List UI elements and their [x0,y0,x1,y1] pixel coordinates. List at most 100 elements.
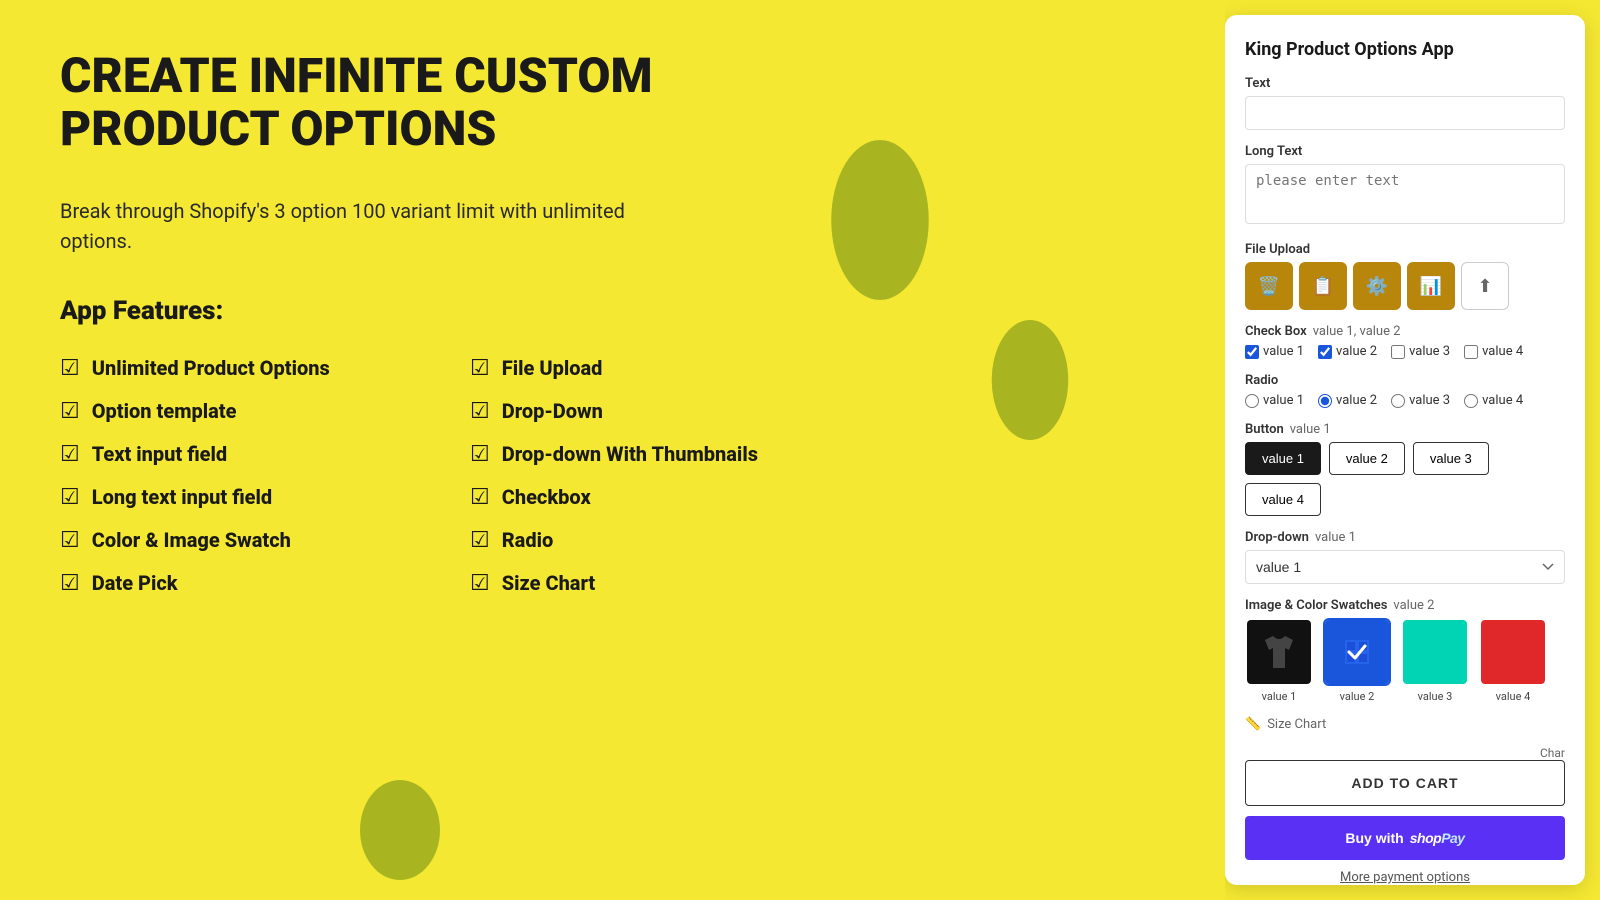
feature-item: ☑ Color & Image Swatch [60,528,430,553]
ruler-icon: 📏 [1245,717,1261,732]
radio-group: value 1 value 2 value 3 value 4 [1245,393,1565,408]
features-heading: App Features: [60,296,1175,326]
char-count: Char [1245,746,1565,760]
swatch-1[interactable]: value 1 [1245,618,1313,703]
checkbox-input-4[interactable] [1464,345,1478,359]
decorative-blob-3 [360,780,440,880]
checkmark-icon: ☑ [60,485,80,510]
feature-text: Radio [502,528,554,552]
radio-item-4[interactable]: value 4 [1464,393,1523,408]
long-text-input[interactable] [1245,164,1565,224]
swatch-img-4 [1479,618,1547,686]
file-upload-section: File Upload 🗑️ 📋 ⚙️ 📊 ⬆ [1245,242,1565,310]
radio-input-1[interactable] [1245,394,1259,408]
radio-label: Radio [1245,373,1565,388]
radio-input-3[interactable] [1391,394,1405,408]
more-payment-link[interactable]: More payment options [1245,870,1565,885]
subtitle-text: Break through Shopify's 3 option 100 var… [60,196,660,256]
feature-text: Size Chart [502,571,596,595]
radio-item-2[interactable]: value 2 [1318,393,1377,408]
swatch-label-1: value 1 [1262,690,1297,703]
feature-text: Option template [92,399,237,423]
radio-item-1[interactable]: value 1 [1245,393,1304,408]
feature-item: ☑ File Upload [470,356,840,381]
left-panel: CREATE INFINITE CUSTOM PRODUCT OPTIONS B… [0,0,1225,900]
checkbox-input-1[interactable] [1245,345,1259,359]
feature-text: Drop-Down [502,399,603,423]
add-to-cart-button[interactable]: ADD TO CART [1245,760,1565,806]
checkbox-section: Check Box value 1, value 2 value 1 value… [1245,324,1565,359]
checkmark-icon: ☑ [60,356,80,381]
text-section: Text [1245,76,1565,130]
checkbox-item-3[interactable]: value 3 [1391,344,1450,359]
checkmark-icon: ☑ [470,528,490,553]
feature-item: ☑ Drop-Down [470,399,840,424]
button-label: Button value 1 [1245,422,1565,437]
checkbox-input-2[interactable] [1318,345,1332,359]
feature-item: ☑ Radio [470,528,840,553]
swatches-section: Image & Color Swatches value 2 value 1 [1245,598,1565,703]
btn-option-1[interactable]: value 1 [1245,442,1321,475]
size-chart-link[interactable]: 📏 Size Chart [1245,717,1565,732]
feature-item: ☑ Checkbox [470,485,840,510]
feature-text: Checkbox [502,485,591,509]
features-grid: ☑ Unlimited Product Options ☑ File Uploa… [60,356,840,596]
checkbox-item-4[interactable]: value 4 [1464,344,1523,359]
text-label: Text [1245,76,1565,91]
button-group: value 1 value 2 value 3 value 4 [1245,442,1565,516]
checkmark-icon: ☑ [60,442,80,467]
checkbox-item-2[interactable]: value 2 [1318,344,1377,359]
dropdown-label: Drop-down value 1 [1245,530,1565,545]
dropdown-select[interactable]: value 1 value 2 value 3 [1245,550,1565,584]
decorative-blob-2 [992,320,1069,440]
buy-now-text: Buy with [1345,830,1403,846]
swatch-label-4: value 4 [1496,690,1531,703]
feature-text: Text input field [92,442,227,466]
checkbox-item-1[interactable]: value 1 [1245,344,1304,359]
checkbox-input-3[interactable] [1391,345,1405,359]
btn-option-3[interactable]: value 3 [1413,442,1489,475]
shoppay-icon: shopPay [1410,830,1465,846]
checkmark-icon: ☑ [60,528,80,553]
dropdown-section: Drop-down value 1 value 1 value 2 value … [1245,530,1565,584]
checkbox-label: Check Box value 1, value 2 [1245,324,1565,339]
file-icon-2[interactable]: 📋 [1299,262,1347,310]
checkmark-icon: ☑ [60,399,80,424]
feature-item: ☑ Size Chart [470,571,840,596]
swatch-2[interactable]: value 2 [1323,618,1391,703]
text-input[interactable] [1245,96,1565,130]
checkmark-icon: ☑ [60,571,80,596]
btn-option-4[interactable]: value 4 [1245,483,1321,516]
feature-text: Unlimited Product Options [92,356,330,380]
file-upload-btn[interactable]: ⬆ [1461,262,1509,310]
card-title: King Product Options App [1245,39,1565,60]
checkmark-icon: ☑ [470,485,490,510]
file-icon-3[interactable]: ⚙️ [1353,262,1401,310]
swatch-img-2 [1323,618,1391,686]
radio-input-2[interactable] [1318,394,1332,408]
checkmark-icon: ☑ [470,399,490,424]
file-icon-4[interactable]: 📊 [1407,262,1455,310]
file-icon-1[interactable]: 🗑️ [1245,262,1293,310]
feature-item: ☑ Date Pick [60,571,430,596]
buy-now-button[interactable]: Buy with shopPay [1245,816,1565,860]
radio-input-4[interactable] [1464,394,1478,408]
product-options-card: King Product Options App Text Long Text … [1225,15,1585,885]
page-title: CREATE INFINITE CUSTOM PRODUCT OPTIONS [60,50,760,156]
checkmark-icon: ☑ [470,571,490,596]
feature-text: Long text input field [92,485,272,509]
swatch-label-2: value 2 [1340,690,1375,703]
feature-text: Color & Image Swatch [92,528,291,552]
swatch-4[interactable]: value 4 [1479,618,1547,703]
checkmark-icon: ☑ [470,442,490,467]
feature-item: ☑ Drop-down With Thumbnails [470,442,840,467]
btn-option-2[interactable]: value 2 [1329,442,1405,475]
file-upload-label: File Upload [1245,242,1565,257]
feature-item: ☑ Option template [60,399,430,424]
file-upload-row: 🗑️ 📋 ⚙️ 📊 ⬆ [1245,262,1565,310]
long-text-label: Long Text [1245,144,1565,159]
swatch-3[interactable]: value 3 [1401,618,1469,703]
button-section: Button value 1 value 1 value 2 value 3 v… [1245,422,1565,516]
radio-item-3[interactable]: value 3 [1391,393,1450,408]
checkbox-group: value 1 value 2 value 3 value 4 [1245,344,1565,359]
